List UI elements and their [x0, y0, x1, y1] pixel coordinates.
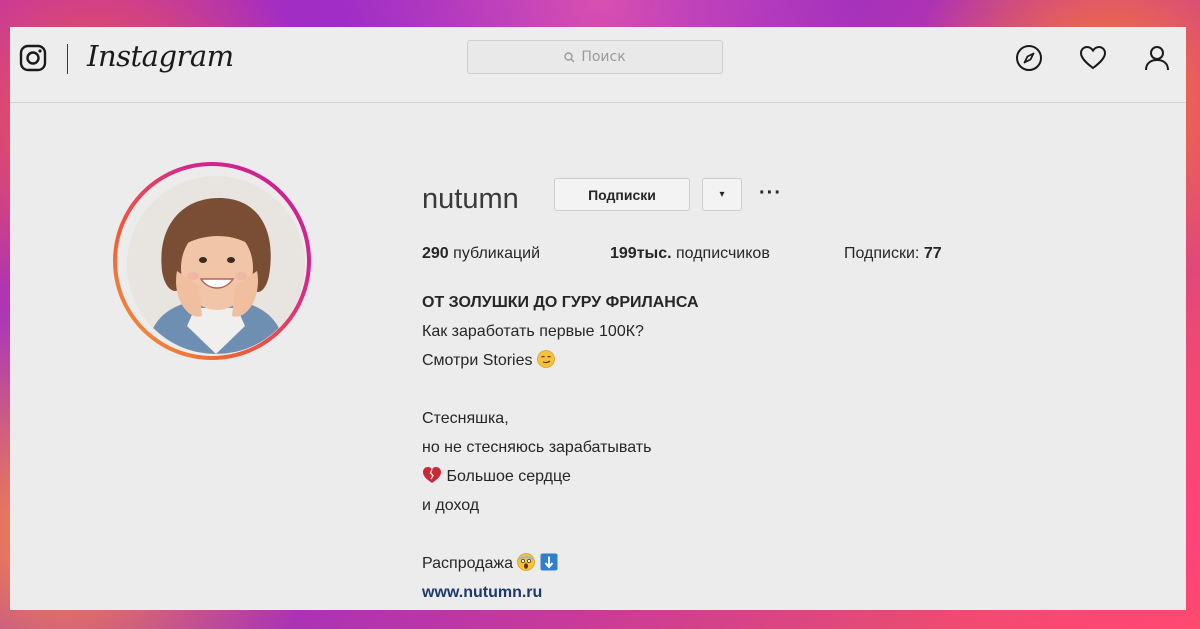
following-count: 77 — [923, 245, 942, 262]
bio-line-text: Смотри Stories — [422, 352, 533, 369]
instagram-profile-window: Instagram Поиск nutumn Подписки ▾ ··· 29… — [10, 27, 1186, 610]
posts-label: публикаций — [453, 245, 541, 262]
header-divider — [67, 44, 68, 74]
bio-line-text: Распродажа — [422, 555, 513, 572]
following-label: Подписки: — [844, 245, 920, 262]
story-ring[interactable] — [113, 162, 311, 360]
suggestions-dropdown-button[interactable]: ▾ — [702, 178, 742, 211]
bio-line: но не стесняюсь зарабатывать — [422, 439, 652, 456]
avatar-photo — [127, 176, 305, 354]
bio-title: ОТ ЗОЛУШКИ ДО ГУРУ ФРИЛАНСА — [422, 294, 699, 311]
avatar-frame — [117, 166, 307, 356]
followers-label: подписчиков — [676, 245, 770, 262]
top-navigation-bar: Instagram Поиск — [10, 27, 1186, 103]
down-arrow-emoji-icon — [540, 553, 558, 571]
avatar[interactable] — [127, 176, 305, 354]
following-stat[interactable]: Подписки: 77 — [844, 245, 942, 263]
bio-website-link[interactable]: www.nutumn.ru — [422, 582, 699, 610]
bio-line-text: Большое сердце — [446, 468, 571, 485]
bio-line: Стесняшка, — [422, 410, 509, 427]
instagram-glyph-icon[interactable] — [19, 44, 47, 72]
bio-spacer — [422, 379, 699, 408]
followers-stat[interactable]: 199тыс. подписчиков — [610, 245, 770, 263]
scream-emoji-icon — [517, 553, 536, 571]
search-input[interactable]: Поиск — [467, 40, 723, 74]
bio-spacer — [422, 524, 699, 553]
compass-icon[interactable] — [1015, 44, 1043, 72]
chevron-down-icon: ▾ — [719, 189, 725, 200]
bio-line: Большое сердце — [422, 466, 699, 495]
profile-bio: ОТ ЗОЛУШКИ ДО ГУРУ ФРИЛАНСА Как заработа… — [422, 292, 699, 610]
posts-count: 290 — [422, 245, 449, 262]
heart-icon[interactable] — [1079, 44, 1107, 72]
bio-line: Как заработать первые 100К? — [422, 323, 644, 340]
bio-line: Смотри Stories — [422, 350, 699, 379]
following-button[interactable]: Подписки — [554, 178, 690, 211]
smirk-emoji-icon — [537, 350, 555, 368]
posts-stat: 290 публикаций — [422, 245, 540, 263]
bio-line: Распродажа — [422, 553, 699, 582]
broken-heart-emoji-icon — [423, 467, 441, 483]
bio-line: и доход — [422, 497, 480, 514]
search-icon — [564, 51, 575, 62]
search-placeholder: Поиск — [581, 49, 626, 65]
more-options-icon[interactable]: ··· — [759, 183, 782, 203]
profile-icon[interactable] — [1143, 44, 1171, 72]
followers-count: 199тыс. — [610, 245, 672, 262]
instagram-wordmark[interactable]: Instagram — [87, 39, 234, 73]
profile-username: nutumn — [422, 183, 519, 215]
